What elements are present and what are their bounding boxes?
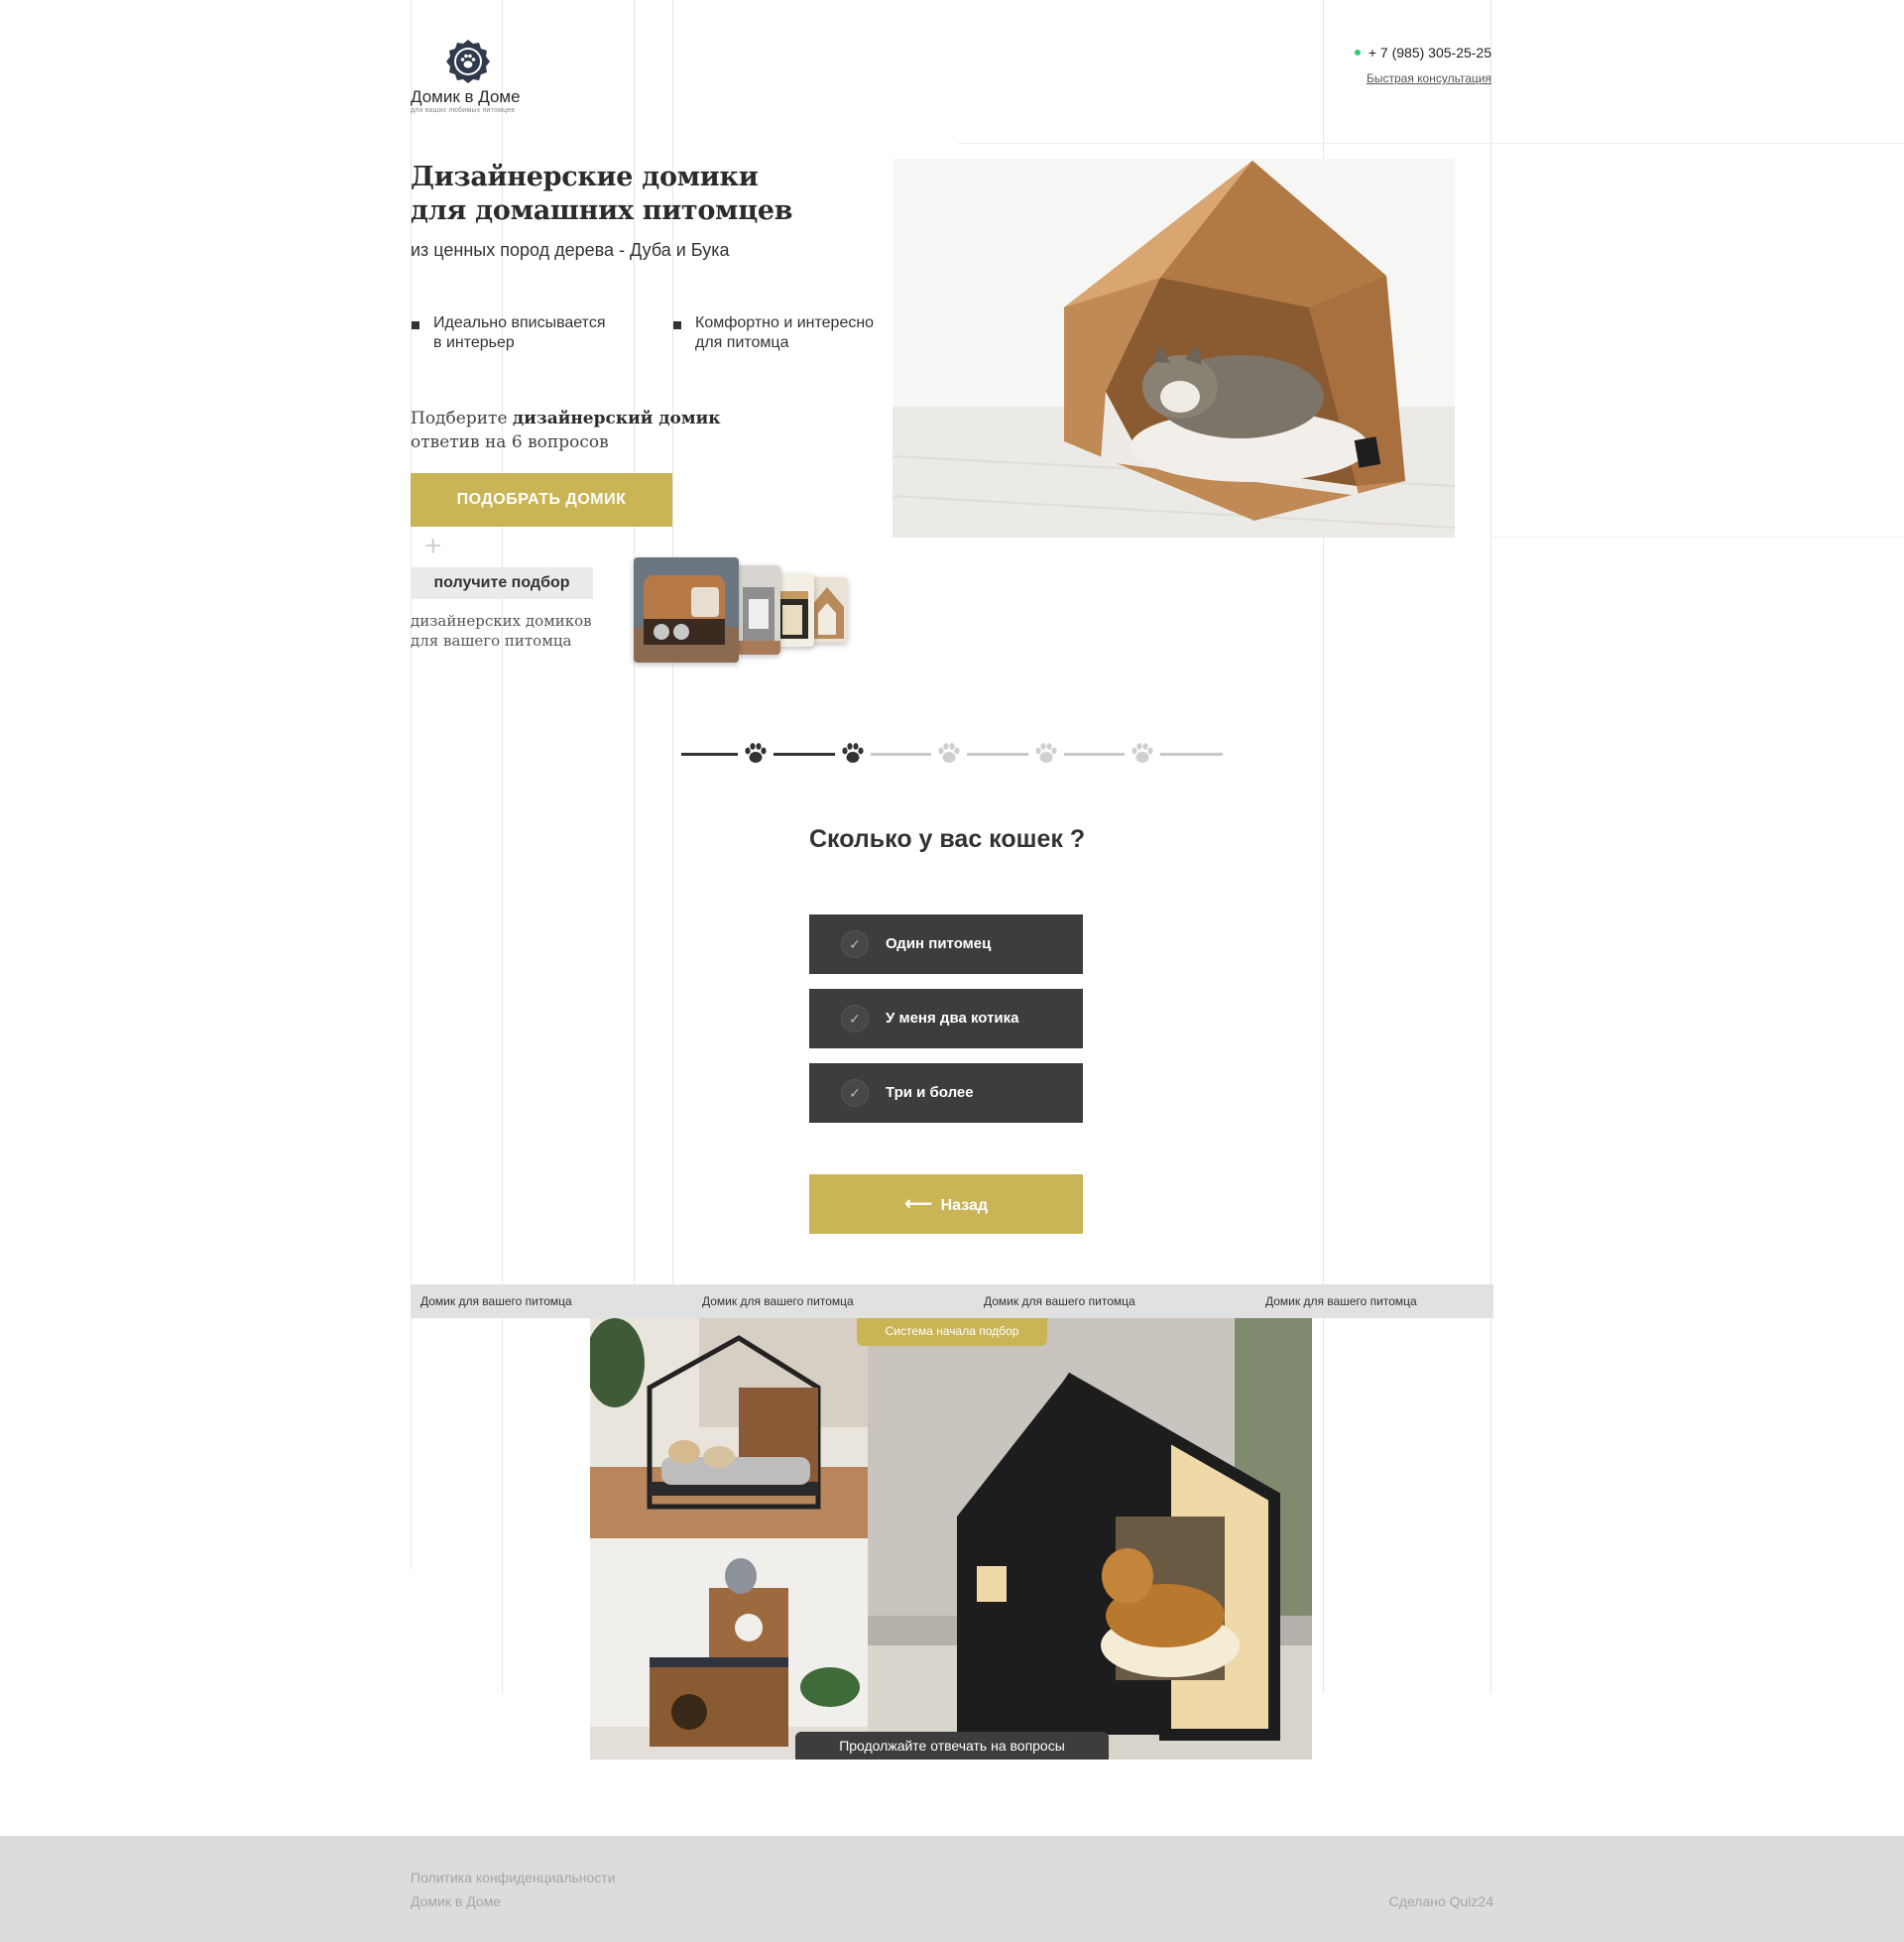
paw-step-icon-done — [738, 736, 774, 772]
paw-step-icon-pending — [1125, 736, 1160, 772]
check-icon: ✓ — [841, 1079, 869, 1107]
made-by-link[interactable]: Сделано Quiz24 — [1389, 1893, 1493, 1909]
footer: Политика конфиденциальности Домик в Доме… — [0, 1836, 1904, 1942]
bullet-square-icon — [673, 321, 681, 329]
band-caption: Домик для вашего питомца — [420, 1294, 572, 1308]
feature-line: Идеально вписывается — [433, 314, 606, 331]
check-icon: ✓ — [841, 930, 869, 958]
arrow-left-icon: ⟵ — [903, 1193, 933, 1215]
product-thumbnail — [634, 557, 739, 663]
feature-line: в интерьер — [433, 334, 515, 351]
feature-line: для питомца — [695, 334, 789, 351]
guide-line — [1490, 0, 1491, 1694]
hero-title: Дизайнерские домики для домашних питомце… — [411, 161, 793, 228]
phone-text: + 7 (985) 305-25-25 — [1368, 45, 1491, 61]
footer-brand: Домик в Доме — [411, 1893, 502, 1909]
gallery-photo — [868, 1318, 1312, 1760]
guide-line — [411, 0, 412, 1569]
product-thumbnails — [634, 557, 852, 665]
cat-house-illustration — [892, 159, 1455, 538]
plus-icon: + — [424, 530, 442, 562]
pick-prompt-bold: дизайнерский домик — [512, 409, 721, 428]
hero-subtitle: из ценных пород дерева - Дуба и Бука — [411, 240, 730, 260]
answer-option[interactable]: ✓ Один питомец — [809, 914, 1083, 974]
pick-prompt: Подберите дизайнерский домик ответив на … — [411, 407, 721, 454]
answer-option[interactable]: ✓ Три и более — [809, 1063, 1083, 1123]
get-selection-subtext: дизайнерских домиков для вашего питомца — [411, 611, 592, 651]
quick-consultation-link[interactable]: Быстрая консультация — [1367, 71, 1491, 85]
product-gallery — [590, 1318, 1312, 1760]
phone-number[interactable]: + 7 (985) 305-25-25 — [1354, 45, 1491, 61]
answer-label: Три и более — [886, 1084, 974, 1101]
band-caption: Домик для вашего питомца — [1265, 1294, 1417, 1308]
get-selection-chip: получите подбор — [411, 567, 593, 599]
band-caption: Домик для вашего питомца — [702, 1294, 854, 1308]
pick-prompt-line2: ответив на 6 вопросов — [411, 432, 609, 452]
pick-prompt-text: Подберите — [411, 409, 513, 428]
paw-badge-icon — [446, 40, 490, 83]
hero-product-photo — [892, 159, 1455, 538]
product-thumbnail — [737, 565, 780, 655]
get-sub-line: для вашего питомца — [411, 632, 572, 650]
answer-label: Один питомец — [886, 935, 992, 952]
back-button-label: Назад — [940, 1197, 989, 1214]
caption-band: Домик для вашего питомца Домик для вашег… — [411, 1284, 1493, 1318]
back-button[interactable]: ⟵ Назад — [809, 1174, 1083, 1234]
paw-step-icon-done — [835, 736, 871, 772]
feature-item: Идеально вписывается в интерьер — [412, 313, 606, 353]
band-caption: Домик для вашего питомца — [984, 1294, 1135, 1308]
continue-answering-chip: Продолжайте отвечать на вопросы — [795, 1732, 1109, 1760]
quiz-question: Сколько у вас кошек ? — [809, 825, 1086, 853]
privacy-policy-link[interactable]: Политика конфиденциальности — [411, 1870, 616, 1885]
gallery-photo — [590, 1318, 868, 1538]
feature-line: Комфортно и интересно — [695, 314, 875, 331]
online-status-dot — [1354, 50, 1361, 56]
answer-label: У меня два котика — [886, 1010, 1019, 1027]
logo-tagline: для ваших любимых питомцев — [411, 107, 516, 114]
hero-title-line: Дизайнерские домики — [411, 162, 759, 192]
check-icon: ✓ — [841, 1005, 869, 1032]
logo-name: Домик в Доме — [411, 87, 521, 106]
bullet-square-icon — [412, 321, 419, 329]
paw-step-icon-pending — [931, 736, 967, 772]
hero-title-line: для домашних питомцев — [411, 195, 793, 226]
pick-house-button[interactable]: ПОДОБРАТЬ ДОМИК — [411, 473, 672, 527]
feature-item: Комфортно и интересно для питомца — [673, 313, 875, 353]
selection-started-chip: Система начала подбор — [857, 1318, 1047, 1346]
guide-line — [1490, 537, 1904, 538]
gallery-photo — [590, 1538, 868, 1760]
get-sub-line: дизайнерских домиков — [411, 612, 592, 630]
paw-step-icon-pending — [1028, 736, 1064, 772]
guide-line — [958, 143, 1904, 144]
quiz-progress — [681, 734, 1223, 774]
answer-option[interactable]: ✓ У меня два котика — [809, 989, 1083, 1048]
